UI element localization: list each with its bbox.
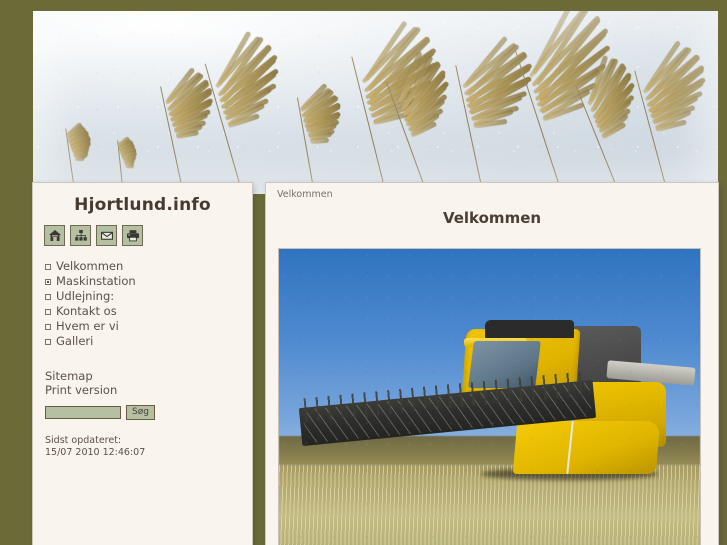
sidebar-item-velkommen[interactable]: Velkommen	[45, 259, 252, 274]
last-updated-timestamp: 15/07 2010 12:46:07	[45, 447, 146, 458]
sidebar-item-maskinstation[interactable]: Maskinstation	[45, 274, 252, 289]
print-icon[interactable]	[122, 225, 143, 246]
sidebar-item-kontakt-os[interactable]: Kontakt os	[45, 304, 252, 319]
sidebar-item-hvem-er-vi[interactable]: Hvem er vi	[45, 319, 252, 334]
bullet-icon[interactable]	[45, 263, 51, 270]
search-input[interactable]	[45, 406, 121, 419]
bullet-icon[interactable]	[45, 338, 51, 345]
sidebar-item-label: Kontakt os	[56, 304, 117, 318]
header-banner-photo	[33, 11, 718, 194]
sitemap-icon[interactable]	[70, 225, 91, 246]
email-icon[interactable]	[96, 225, 117, 246]
frame-top	[0, 0, 727, 11]
photo-cabin-roof	[485, 320, 574, 338]
link-print-version[interactable]: Print version	[45, 383, 252, 397]
last-updated: Sidst opdateret: 15/07 2010 12:46:07	[45, 435, 145, 459]
sidebar-nav: Velkommen Maskinstation Udlejning: Kontakt …	[33, 259, 252, 349]
frame-left	[0, 0, 33, 545]
sidebar-item-label: Galleri	[56, 334, 94, 348]
sidebar: Hjortlund.info Velkommen Maskinstation U…	[33, 183, 252, 545]
bullet-icon[interactable]	[45, 308, 51, 315]
page-title: Velkommen	[442, 209, 542, 227]
sidebar-item-label: Maskinstation	[56, 274, 136, 288]
bullet-icon[interactable]	[45, 293, 51, 300]
home-icon[interactable]	[44, 225, 65, 246]
frame-right	[718, 0, 727, 545]
breadcrumb[interactable]: Velkommen	[266, 183, 718, 200]
bullet-icon[interactable]	[45, 323, 51, 330]
sidebar-item-label: Udlejning:	[56, 289, 115, 303]
content-panel: Velkommen Velkommen	[266, 183, 718, 545]
banner-vignette	[33, 11, 718, 194]
link-sitemap[interactable]: Sitemap	[45, 369, 252, 383]
sidebar-item-udlejning[interactable]: Udlejning:	[45, 289, 252, 304]
search-button[interactable]: Søg	[126, 405, 155, 420]
sidebar-extra-links: Sitemap Print version	[45, 369, 252, 397]
sidebar-item-galleri[interactable]: Galleri	[45, 334, 252, 349]
combine-harvester-photo	[279, 249, 700, 545]
sidebar-item-label: Velkommen	[56, 259, 124, 273]
last-updated-label: Sidst opdateret:	[45, 435, 122, 446]
sidebar-icon-toolbar	[33, 215, 252, 246]
expand-bullet-icon[interactable]	[45, 278, 51, 285]
sidebar-item-label: Hvem er vi	[56, 319, 119, 333]
page-root: Hjortlund.info Velkommen Maskinstation U…	[0, 0, 727, 545]
photo-combine-front	[512, 420, 661, 474]
site-title: Hjortlund.info	[74, 195, 211, 215]
search-form: Søg	[45, 405, 155, 420]
